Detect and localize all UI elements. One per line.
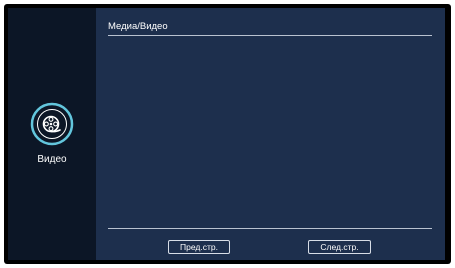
file-list[interactable] — [108, 38, 432, 225]
sidebar-item-video[interactable]: Видео — [24, 102, 80, 170]
film-reel-icon — [30, 102, 74, 146]
header-divider — [108, 35, 432, 36]
device-frame: Видео Медиа/Видео Пред.стр. След.стр. — [4, 4, 451, 264]
sidebar-item-label: Видео — [37, 154, 67, 165]
sidebar: Видео — [8, 8, 96, 260]
screen: Видео Медиа/Видео Пред.стр. След.стр. — [0, 0, 455, 268]
breadcrumb: Медиа/Видео — [108, 21, 168, 32]
next-page-button[interactable]: След.стр. — [308, 240, 371, 254]
prev-page-button[interactable]: Пред.стр. — [168, 240, 230, 254]
main-content: Медиа/Видео Пред.стр. След.стр. — [96, 8, 445, 260]
footer-divider — [108, 228, 432, 229]
